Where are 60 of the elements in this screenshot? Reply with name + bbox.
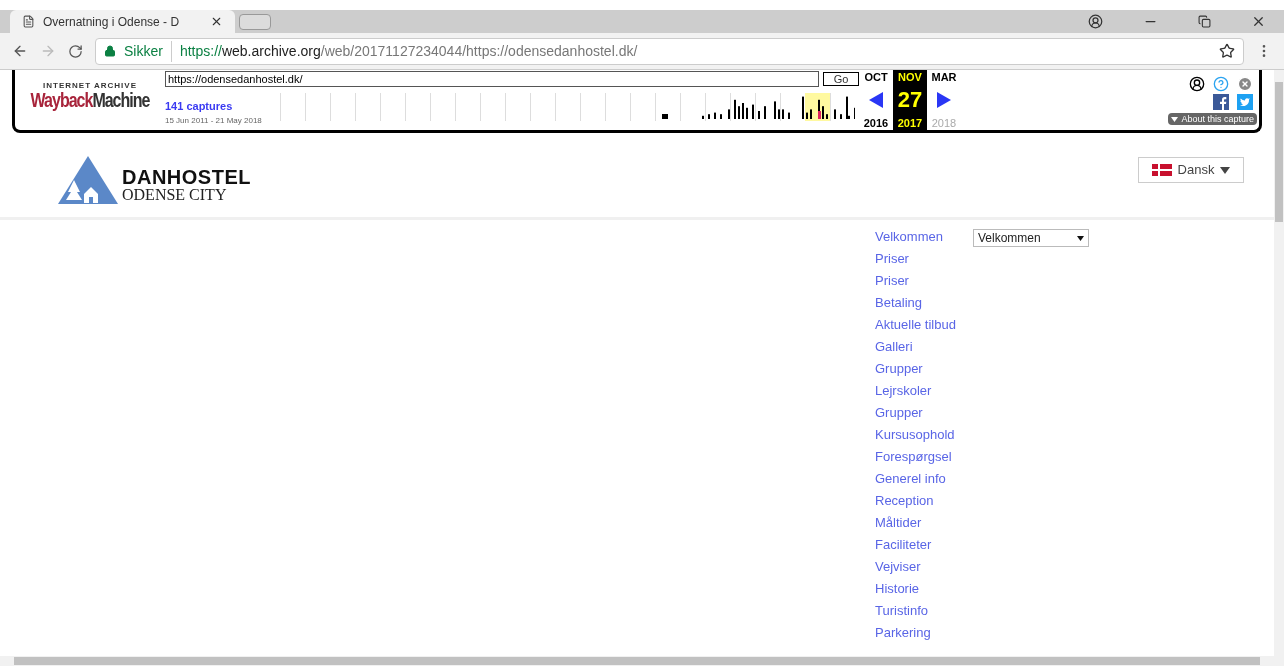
go-button[interactable]: Go <box>823 72 859 86</box>
calendar-year: 2018 <box>931 116 957 130</box>
brand-name: DANHOSTEL <box>122 167 251 187</box>
nav-link[interactable]: Lejrskoler <box>875 380 973 402</box>
brand-subtitle: ODENSE CITY <box>122 187 228 203</box>
nav-link[interactable]: Vejviser <box>875 556 973 578</box>
caret-down-icon <box>1171 116 1179 122</box>
twitter-icon[interactable] <box>1237 94 1253 110</box>
close-window-icon[interactable] <box>1251 14 1266 29</box>
page-icon <box>22 15 35 28</box>
hostel-logo-icon <box>58 156 118 204</box>
nav-link[interactable]: Priser <box>875 248 973 270</box>
page-select[interactable]: Velkommen <box>973 229 1089 247</box>
security-label: Sikker <box>124 40 172 62</box>
nav-link[interactable]: Parkering <box>875 622 973 644</box>
capture-range: 15 Jun 2011 - 21 May 2018 <box>165 114 263 127</box>
calendar-year: 2017 <box>897 116 923 130</box>
caret-icon <box>1220 166 1231 174</box>
nav-link[interactable]: Generel info <box>875 468 973 490</box>
nav-link[interactable]: Grupper <box>875 402 973 424</box>
language-dropdown[interactable]: Dansk <box>1138 157 1244 183</box>
lock-icon <box>104 45 116 57</box>
vertical-scrollbar[interactable] <box>1274 70 1284 666</box>
captures-link[interactable]: 141 captures <box>165 98 280 115</box>
nav-link[interactable]: Galleri <box>875 336 973 358</box>
bookmark-star-icon[interactable] <box>1219 43 1235 59</box>
logo-caption: INTERNET ARCHIVE <box>43 80 137 92</box>
url-text: https://web.archive.org/web/20171127234044/https://odensedanhostel.dk/ <box>179 41 639 61</box>
user-icon[interactable] <box>1189 76 1205 92</box>
calendar-year: 2016 <box>863 116 889 130</box>
calendar-column[interactable]: NOV 27 2017 <box>893 70 927 130</box>
nav-link[interactable]: Forespørgsel <box>875 446 973 468</box>
nav-link[interactable]: Aktuelle tilbud <box>875 314 973 336</box>
nav-link[interactable]: Kursusophold <box>875 424 973 446</box>
tab-title: Overnatning i Odense - D <box>43 13 181 31</box>
previous-arrow-icon[interactable] <box>869 92 883 108</box>
reload-icon[interactable] <box>68 43 83 59</box>
close-tab-icon[interactable] <box>210 15 223 28</box>
close-icon[interactable] <box>1237 76 1253 92</box>
address-field[interactable]: Sikker https://web.archive.org/web/20171127234044/https://odensedanhostel.dk/ <box>95 37 1244 65</box>
browser-tab[interactable]: Overnatning i Odense - D <box>10 10 235 33</box>
nav-link[interactable]: Reception <box>875 490 973 512</box>
back-icon[interactable] <box>12 43 28 59</box>
nav-link[interactable]: Velkommen <box>875 226 973 248</box>
facebook-icon[interactable] <box>1213 94 1229 110</box>
nav-link[interactable]: Turistinfo <box>875 600 973 622</box>
nav-link[interactable]: Måltider <box>875 512 973 534</box>
nav-link[interactable]: Faciliteter <box>875 534 973 556</box>
nav-link[interactable]: Historie <box>875 578 973 600</box>
nav-link[interactable]: Betaling <box>875 292 973 314</box>
url-input[interactable]: https://odensedanhostel.dk/ <box>165 71 819 87</box>
danish-flag-icon <box>1151 164 1172 176</box>
wayback-logo: WaybackMachine <box>30 89 150 113</box>
nav-link[interactable]: Priser <box>875 270 973 292</box>
about-capture-button[interactable]: About this capture <box>1168 113 1257 125</box>
dropdown-caret-icon <box>1077 235 1084 241</box>
restore-icon[interactable] <box>1198 15 1211 28</box>
horizontal-scrollbar[interactable] <box>0 656 1274 666</box>
profile-icon[interactable] <box>1088 14 1103 29</box>
nav-link[interactable]: Grupper <box>875 358 973 380</box>
